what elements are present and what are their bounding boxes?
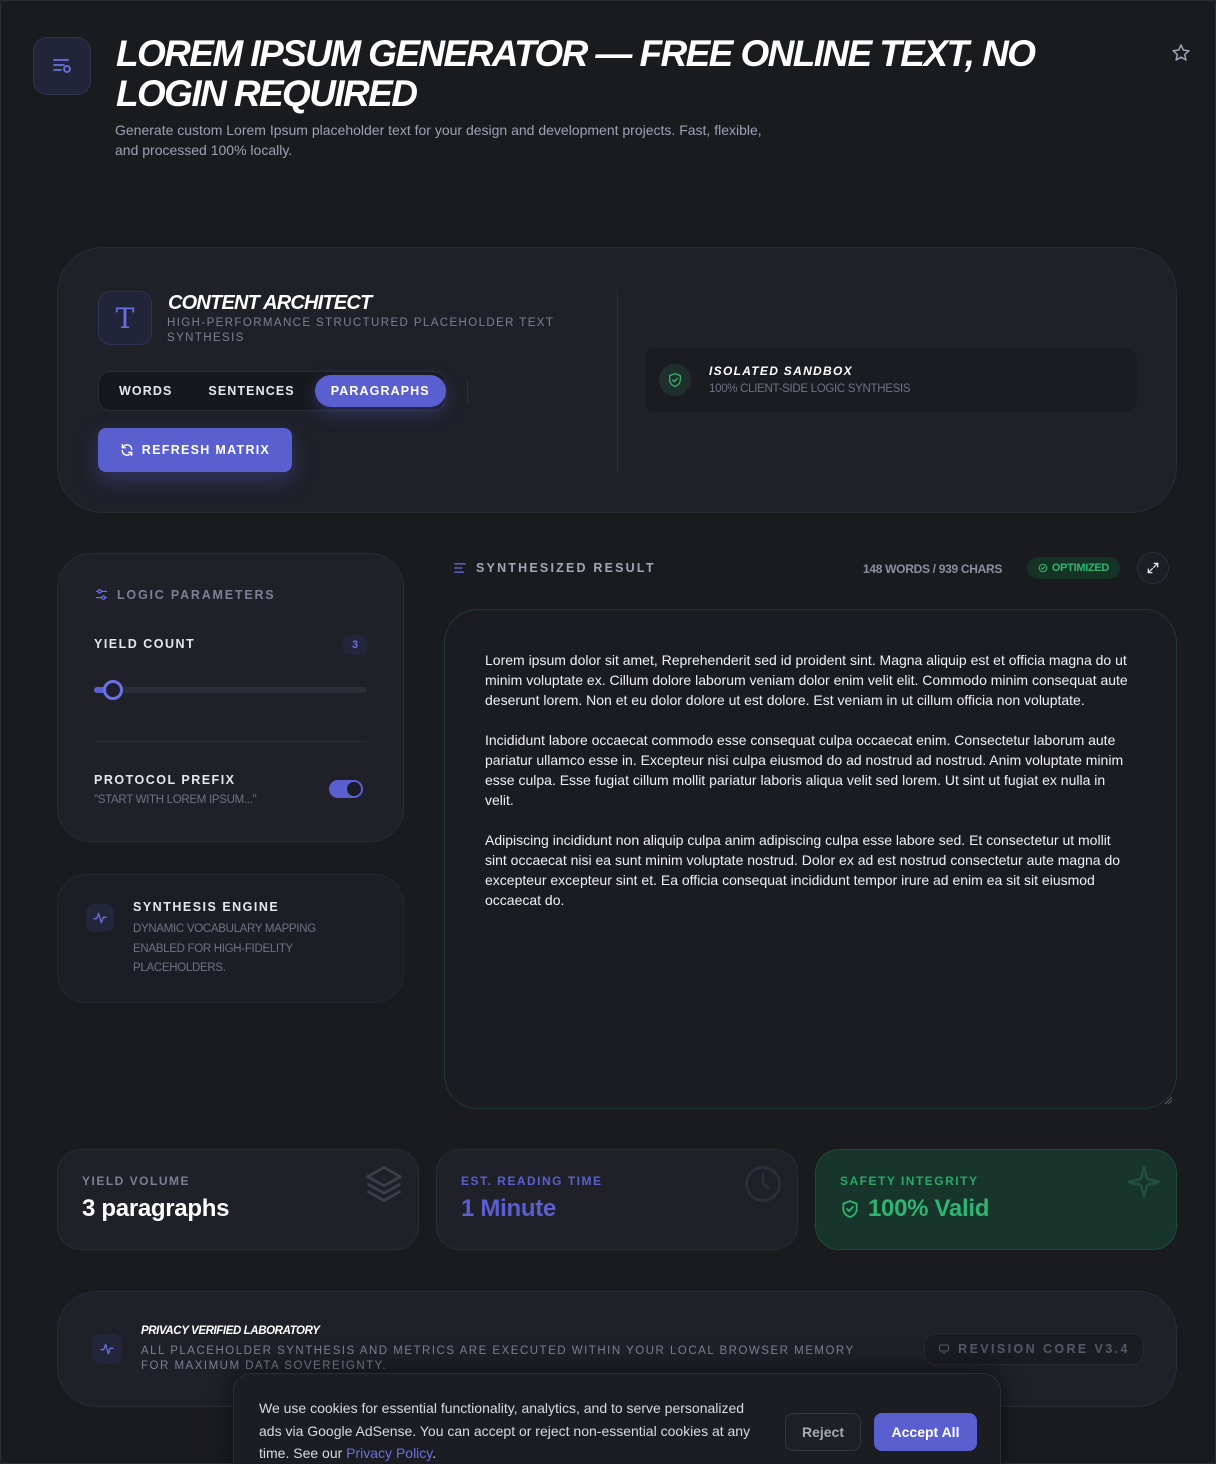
menu-lines-icon [53,59,71,73]
cookie-text: We use cookies for essential functionali… [259,1397,769,1464]
reading-time-card: EST. READING TIME 1 Minute [436,1149,798,1250]
expand-button[interactable] [1137,552,1169,584]
stat-value-text: 3 paragraphs [82,1195,230,1222]
stat-value: 1 Minute [461,1195,556,1223]
stat-label: YIELD VOLUME [82,1174,191,1188]
activity-icon [100,1343,114,1355]
type-icon: T [115,301,135,335]
check-circle-icon [1038,563,1048,573]
menu-button[interactable] [33,37,91,95]
result-stats: 148 WORDS / 939 CHARS [863,562,1003,576]
sandbox-card: ISOLATED SANDBOX 100% CLIENT-SIDE LOGIC … [645,348,1137,412]
yield-count-badge: 3 [343,635,367,655]
page-subtitle: Generate custom Lorem Ipsum placeholder … [115,122,762,158]
divider [467,379,468,403]
architect-subtitle: HIGH-PERFORMANCE STRUCTURED PLACEHOLDER … [167,317,555,344]
tab-words[interactable]: WORDS [103,375,188,407]
protocol-prefix-label: PROTOCOL PREFIX [94,773,236,787]
cookie-message: We use cookies for essential functionali… [259,1400,751,1461]
revision-label: REVISION CORE V3.4 [958,1342,1130,1356]
stat-label: EST. READING TIME [461,1174,603,1188]
align-left-icon [454,563,466,573]
stat-value-text: 100% Valid [868,1195,990,1222]
optimized-badge: OPTIMIZED [1027,557,1120,579]
divider [94,741,367,742]
divider [617,290,618,472]
footer-subtitle: ALL PLACEHOLDER SYNTHESIS AND METRICS AR… [141,1345,855,1372]
yield-slider-thumb[interactable] [103,680,124,700]
result-header: SYNTHESIZED RESULT [453,561,656,575]
synthesis-engine-card: SYNTHESIS ENGINE DYNAMIC VOCABULARY MAPP… [57,874,404,1003]
engine-icon-wrap [86,904,114,932]
yield-volume-card: YIELD VOLUME 3 paragraphs [57,1149,419,1250]
logic-title: LOGIC PARAMETERS [117,587,276,602]
clock-icon [745,1166,781,1202]
shield-check-icon [669,373,681,387]
engine-subtitle: DYNAMIC VOCABULARY MAPPING ENABLED FOR H… [133,923,316,974]
refresh-matrix-button[interactable]: REFRESH MATRIX [98,428,292,472]
footer-icon-wrap [92,1334,122,1364]
toggle-knob [347,782,361,796]
engine-title: SYNTHESIS ENGINE [133,900,280,914]
sparkle-icon [1127,1165,1161,1199]
sandbox-subtitle: 100% CLIENT-SIDE LOGIC SYNTHESIS [709,383,911,395]
result-title: SYNTHESIZED RESULT [476,561,656,575]
layers-icon [366,1166,402,1202]
result-textarea[interactable]: Lorem ipsum dolor sit amet, Reprehenderi… [444,609,1177,1109]
page-title: LOREM IPSUM GENERATOR — FREE ONLINE TEXT… [116,33,1036,114]
result-paragraph: Incididunt labore occaecat commodo esse … [485,732,1124,808]
stat-value-text: 1 Minute [461,1195,556,1222]
favorite-button[interactable] [1169,41,1193,65]
architect-title: CONTENT ARCHITECT [168,292,372,314]
cookie-suffix: . [432,1445,437,1461]
accept-all-button[interactable]: Accept All [874,1413,977,1451]
yield-count-label: YIELD COUNT [94,637,196,651]
safety-integrity-card: SAFETY INTEGRITY 100% Valid [815,1149,1177,1250]
protocol-prefix-sub: "START WITH LOREM IPSUM..." [94,794,257,806]
refresh-icon [121,444,133,456]
content-architect-panel: T CONTENT ARCHITECT HIGH-PERFORMANCE STR… [57,247,1177,513]
footer-title: PRIVACY VERIFIED LABORATORY [141,1325,320,1337]
stat-label: SAFETY INTEGRITY [840,1174,979,1188]
privacy-policy-link[interactable]: Privacy Policy [346,1445,432,1461]
text-logo: T [98,291,152,345]
revision-badge: REVISION CORE V3.4 [924,1333,1144,1365]
protocol-prefix-toggle[interactable] [329,780,363,798]
logic-header: LOGIC PARAMETERS [94,587,275,602]
stat-value: 3 paragraphs [82,1195,229,1223]
tab-sentences[interactable]: SENTENCES [188,375,314,407]
logic-parameters-panel: LOGIC PARAMETERS YIELD COUNT 3 PROTOCOL … [57,553,404,842]
sandbox-icon-wrap [659,364,691,396]
stat-value: 100% Valid [840,1195,989,1223]
refresh-matrix-label: REFRESH MATRIX [141,443,271,457]
monitor-icon [939,1344,950,1354]
cookie-banner: We use cookies for essential functionali… [233,1373,1001,1464]
mode-tabs: WORDS SENTENCES PARAGRAPHS [98,371,446,411]
optimized-label: OPTIMIZED [1051,562,1110,574]
sliders-icon [95,589,108,600]
result-paragraph: Lorem ipsum dolor sit amet, Reprehenderi… [485,652,1128,708]
reject-button[interactable]: Reject [785,1413,861,1451]
shield-check-icon [842,1200,858,1218]
resize-grip-icon[interactable] [1164,1096,1172,1104]
sandbox-title: ISOLATED SANDBOX [709,364,853,378]
star-icon [1172,44,1190,61]
activity-icon [93,912,107,924]
result-paragraph: Adipiscing incididunt non aliquip culpa … [485,832,1121,908]
yield-slider[interactable] [94,680,367,700]
expand-icon [1147,562,1159,574]
tab-paragraphs[interactable]: PARAGRAPHS [314,375,446,407]
